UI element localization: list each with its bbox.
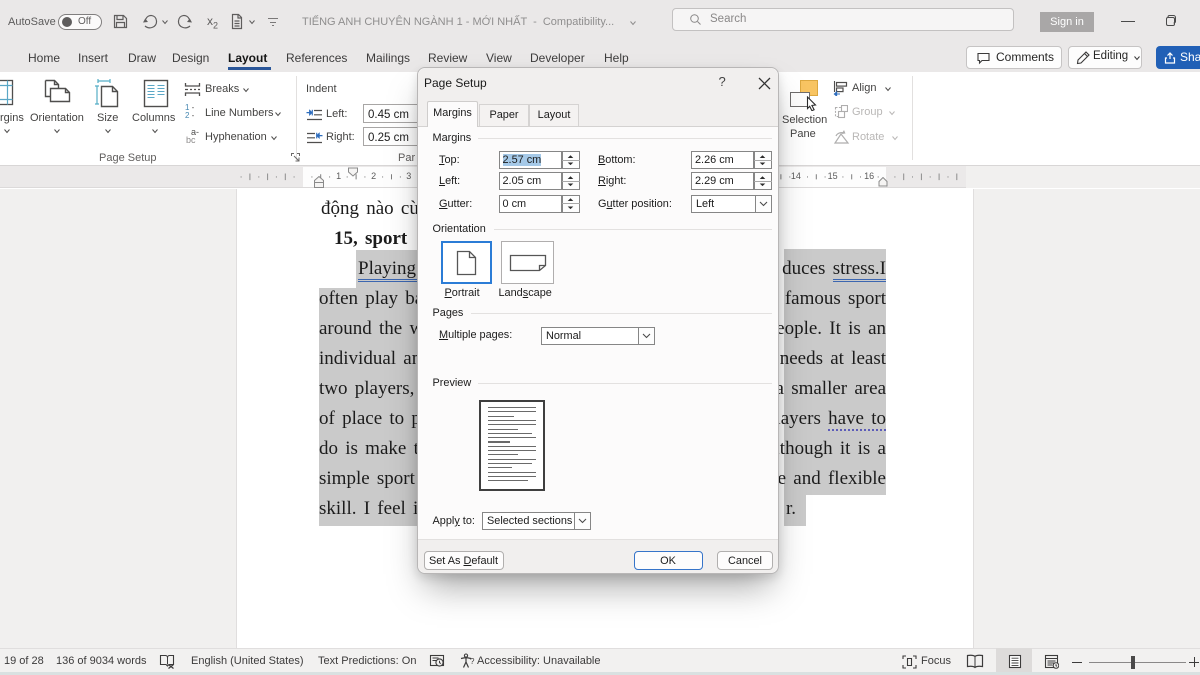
svg-text:?: ? <box>470 657 475 666</box>
